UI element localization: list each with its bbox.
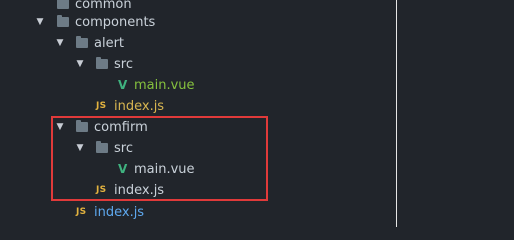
chevron-down-icon[interactable]: ▼ (75, 54, 85, 75)
tree-item-index-js[interactable]: JS index.js (0, 96, 400, 117)
folder-icon (57, 0, 69, 9)
panel-divider[interactable] (396, 0, 397, 227)
highlight-box (51, 116, 268, 201)
tree-item-main-vue[interactable]: V main.vue (0, 75, 400, 96)
tree-item-label: src (114, 57, 133, 72)
tree-item-components[interactable]: ▼ components (0, 12, 400, 33)
tree-item-label: main.vue (134, 78, 195, 93)
folder-icon (96, 57, 108, 69)
tree-item-label: index.js (114, 99, 165, 114)
tree-item-label: index.js (94, 205, 145, 220)
folder-icon (76, 36, 88, 48)
chevron-down-icon[interactable]: ▼ (35, 12, 45, 33)
tree-item-label: alert (94, 36, 125, 51)
js-file-icon: JS (96, 101, 107, 111)
tree-item-alert[interactable]: ▼ alert (0, 33, 400, 54)
vue-file-icon: V (118, 78, 128, 92)
js-file-icon: JS (76, 207, 87, 217)
tree-item-index-js[interactable]: JS index.js (0, 202, 400, 223)
tree-item-src[interactable]: ▼ src (0, 54, 400, 75)
tree-item-label: components (75, 15, 156, 30)
folder-icon (57, 15, 69, 27)
chevron-down-icon[interactable]: ▼ (55, 33, 65, 54)
